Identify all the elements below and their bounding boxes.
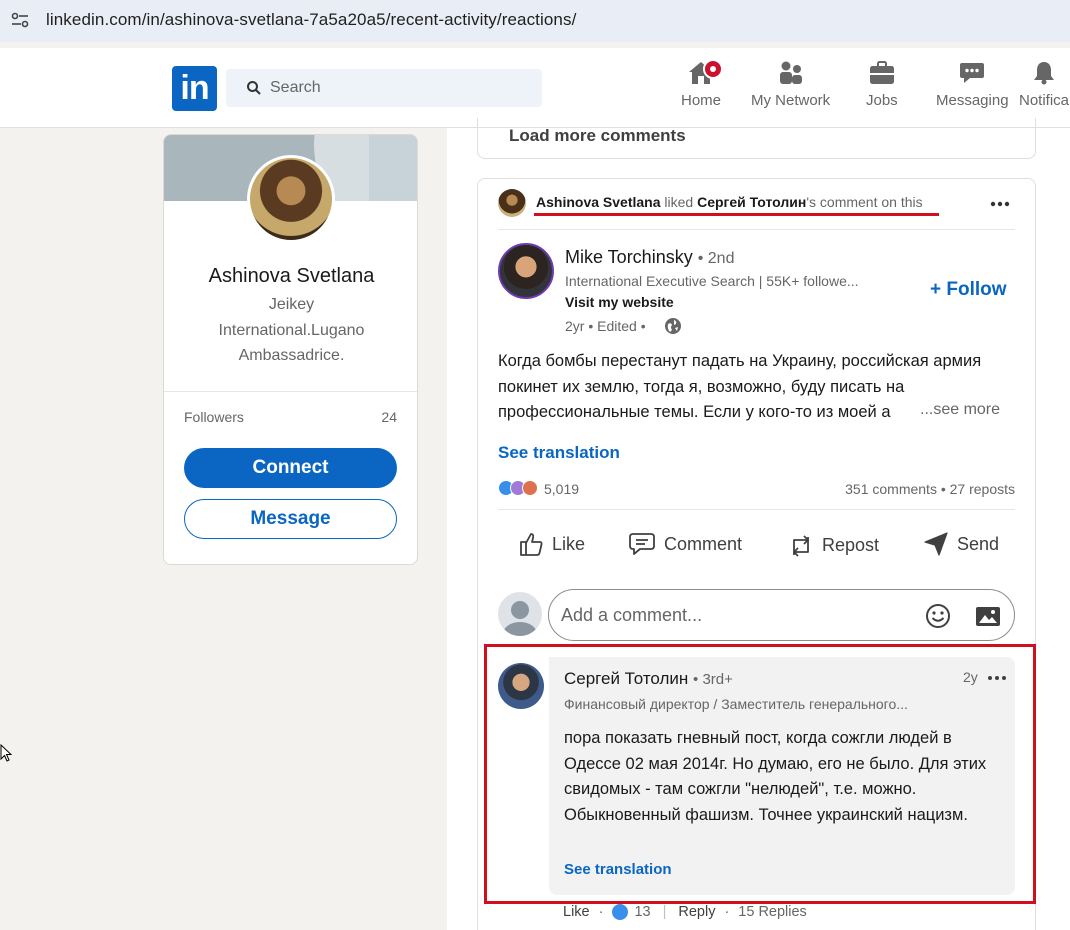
comment-bubble: Сергей Тотолин • 3rd+ Финансовый директо… [549,657,1015,895]
comment-replies-count[interactable]: 15 Replies [738,904,807,920]
activity-suffix: 's comment on this [806,194,923,210]
nav-my-network[interactable]: My Network [751,60,830,109]
top-nav: in Home My Network Jobs Me [0,48,1070,128]
send-label: Send [957,533,1000,554]
comment-timestamp: 2y [963,669,978,685]
visit-website-link[interactable]: Visit my website [565,294,674,310]
actor-name[interactable]: Ashinova Svetlana [536,194,661,210]
message-button[interactable]: Message [184,499,397,539]
comment-like-count[interactable]: 13 [634,904,650,920]
previous-post-card: Load more comments [477,118,1036,159]
browser-address-bar: linkedin.com/in/ashinova-svetlana-7a5a20… [0,0,1070,42]
divider [498,229,1015,230]
comment-input-box[interactable] [548,589,1015,641]
followers-count: 24 [381,409,397,425]
like-reaction-icon [612,904,629,920]
send-button[interactable]: Send [923,531,999,557]
activity-target-name[interactable]: Сергей Тотолин [697,194,806,210]
commenter-name[interactable]: Сергей Тотолин [564,669,688,688]
commenter-degree: • 3rd+ [693,671,733,688]
image-icon[interactable] [974,602,1002,630]
actor-avatar[interactable] [498,189,526,217]
post-meta: 2yr • Edited • [565,318,646,334]
notification-badge [703,59,723,79]
see-more-link[interactable]: ...see more [918,401,1001,419]
commenter[interactable]: Сергей Тотолин • 3rd+ [564,669,733,689]
comment-actions: Like · 13 | Reply · 15 Replies [563,904,807,920]
post-author[interactable]: Mike Torchinsky • 2nd [565,247,734,268]
comment-reply-button[interactable]: Reply [678,904,715,920]
search-icon [247,81,261,95]
url-text[interactable]: linkedin.com/in/ashinova-svetlana-7a5a20… [46,10,576,30]
nav-messaging-label: Messaging [936,92,1009,109]
search-input[interactable] [270,69,530,107]
like-label: Like [552,533,586,554]
globe-icon [665,318,681,334]
profile-name[interactable]: Ashinova Svetlana [164,265,417,288]
send-icon [924,532,948,556]
nav-notifications-label: Notifica [1019,92,1070,109]
separator: | [662,904,667,920]
comment-like-button[interactable]: Like [563,904,590,920]
commenter-avatar[interactable] [498,663,544,709]
cover-decoration [369,135,417,201]
separator-dot: · [724,904,730,920]
like-button[interactable]: Like [518,531,585,557]
nav-notifications[interactable]: Notifica [1019,60,1069,109]
comment-button[interactable]: Comment [628,531,742,557]
post-author-name[interactable]: Mike Torchinsky [565,247,693,267]
site-settings-icon[interactable] [10,10,30,30]
search-box[interactable] [226,69,542,107]
post-author-headline: International Executive Search | 55K+ fo… [565,273,859,289]
profile-headline: Jeikey International.Lugano Ambassadrice… [218,296,365,364]
load-more-comments-button[interactable]: Load more comments [509,126,686,146]
network-icon [779,61,802,84]
post-card: Ashinova Svetlana liked Сергей Тотолин's… [477,178,1036,930]
divider [498,509,1015,510]
followers-label: Followers [184,409,244,425]
highlight-underline [534,213,939,216]
activity-verb: liked [664,194,694,210]
comment-text: пора показать гневный пост, когда сожгли… [564,729,987,824]
follow-button[interactable]: + Follow [930,279,1007,301]
nav-home-label: Home [681,92,722,109]
emoji-icon[interactable] [924,602,952,630]
comment-label: Comment [664,533,743,554]
nav-messaging[interactable]: Messaging [936,60,1009,109]
commenter-headline: Финансовый директор / Заместитель генера… [564,696,908,712]
divider [164,391,417,392]
nav-jobs[interactable]: Jobs [866,60,898,109]
comments-reposts-count[interactable]: 351 comments • 27 reposts [845,481,1015,497]
profile-card: Ashinova Svetlana Jeikey International.L… [163,134,418,565]
comment-more-options-icon[interactable] [986,674,1008,682]
comment-see-translation-link[interactable]: See translation [564,861,672,878]
message-icon [960,63,985,83]
post-author-avatar[interactable] [498,243,554,299]
bell-icon [1034,62,1055,85]
connect-button[interactable]: Connect [184,448,397,488]
repost-icon [793,535,809,557]
repost-button[interactable]: Repost [788,531,879,559]
linkedin-logo[interactable]: in [172,66,217,111]
love-reaction-icon [522,480,538,496]
comment-input[interactable] [561,602,901,628]
activity-header: Ashinova Svetlana liked Сергей Тотолин's… [536,194,923,210]
post-author-degree: • 2nd [697,250,735,267]
nav-my-network-label: My Network [751,92,831,109]
current-user-avatar[interactable] [498,592,542,636]
briefcase-icon [869,61,894,84]
nav-jobs-label: Jobs [866,92,898,109]
separator-dot: · [598,904,604,920]
see-translation-link[interactable]: See translation [498,443,620,463]
repost-label: Repost [822,534,880,555]
activity-feed: Load more comments Ashinova Svetlana lik… [447,118,1070,930]
thumbs-up-icon [520,533,543,556]
profile-avatar[interactable] [247,155,335,243]
comment-icon [629,533,655,555]
reaction-count[interactable]: 5,019 [544,481,579,497]
nav-home[interactable]: Home [681,59,723,109]
more-options-icon[interactable] [989,200,1011,208]
mouse-cursor-icon [0,744,12,762]
